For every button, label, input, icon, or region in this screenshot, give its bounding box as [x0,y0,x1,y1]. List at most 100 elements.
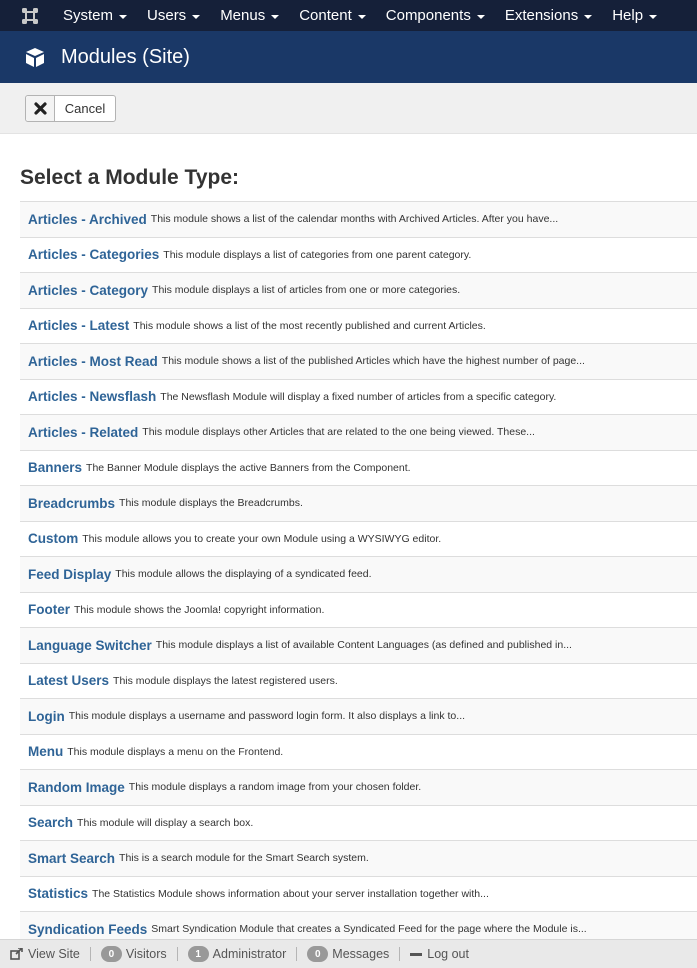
top-navigation-bar: System Users Menus Content Components Ex… [0,0,697,31]
module-type-description: This module displays a list of articles … [152,284,461,297]
module-type-description: This is a search module for the Smart Se… [119,852,369,865]
module-type-link[interactable]: Search [28,815,73,830]
menu-components-label: Components [385,7,471,24]
divider [296,947,298,961]
external-link-icon [10,948,23,960]
module-type-row[interactable]: Footer This module shows the Joomla! copy… [20,592,697,628]
module-type-description: This module shows a list of the publishe… [161,355,585,368]
administrator-label: Administrator [212,947,287,961]
module-type-row[interactable]: Banners The Banner Module displays the ac… [20,450,697,486]
module-type-description: This module displays a username and pass… [68,710,466,723]
module-type-description: The Banner Module displays the active Ba… [86,461,411,474]
status-bar: View Site 0 Visitors 1 Administrator 0 M… [0,939,697,968]
module-type-description: The Newsflash Module will display a fixe… [160,390,557,403]
module-type-link[interactable]: Syndication Feeds [28,922,147,937]
menu-users[interactable]: Users [137,0,210,31]
messages-link[interactable]: 0 Messages [307,946,389,962]
menu-content[interactable]: Content [289,0,376,31]
module-type-description: This module displays a menu on the Front… [67,745,284,758]
select-module-heading: Select a Module Type: [20,166,239,189]
module-type-link[interactable]: Banners [28,460,82,475]
module-type-description: Smart Syndication Module that creates a … [151,923,587,936]
divider [399,947,401,961]
module-type-row[interactable]: Articles - Related This module displays o… [20,415,697,451]
visitors-link[interactable]: 0 Visitors [100,946,167,962]
toolbar: Cancel [0,83,697,134]
module-type-row[interactable]: Feed Display This module allows the displ… [20,557,697,593]
module-type-row[interactable]: Articles - Newsflash The Newsflash Module… [20,379,697,415]
module-type-link[interactable]: Articles - Categories [28,247,159,262]
close-icon [26,96,55,121]
minus-icon [410,952,423,956]
caret-down-icon [192,14,201,19]
module-type-link[interactable]: Random Image [28,780,125,795]
module-type-link[interactable]: Statistics [28,886,88,901]
module-type-link[interactable]: Language Switcher [28,638,152,653]
module-type-link[interactable]: Articles - Newsflash [28,389,156,404]
caret-down-icon [271,14,280,19]
module-type-link[interactable]: Articles - Most Read [28,354,158,369]
module-type-link[interactable]: Footer [28,602,70,617]
caret-down-icon [649,14,658,19]
logout-link[interactable]: Log out [410,947,469,961]
menu-help-label: Help [612,7,644,24]
visitors-label: Visitors [125,947,167,961]
module-type-row[interactable]: Login This module displays a username and… [20,699,697,735]
caret-down-icon [357,14,366,19]
module-type-row[interactable]: Custom This module allows you to create y… [20,521,697,557]
cancel-button[interactable]: Cancel [25,95,116,122]
module-type-description: This module shows the Joomla! copyright … [74,603,325,616]
menu-components[interactable]: Components [376,0,495,31]
cancel-button-label: Cancel [64,101,106,116]
module-type-link[interactable]: Articles - Archived [28,212,147,227]
caret-down-icon [584,14,593,19]
module-type-link[interactable]: Smart Search [28,851,115,866]
joomla-logo-icon[interactable] [8,0,52,31]
module-type-description: This module displays a list of available… [155,639,572,652]
module-type-row[interactable]: Random Image This module displays a rando… [20,770,697,806]
menu-extensions[interactable]: Extensions [495,0,602,31]
view-site-label: View Site [28,947,80,961]
visitors-count-badge: 0 [100,946,122,962]
caret-down-icon [476,14,485,19]
module-type-description: This module allows the displaying of a s… [115,568,372,581]
module-type-row[interactable]: Articles - Archived This module shows a l… [20,202,697,238]
caret-down-icon [119,14,128,19]
menu-extensions-label: Extensions [504,7,579,24]
module-type-row[interactable]: Language Switcher This module displays a … [20,628,697,664]
module-type-link[interactable]: Articles - Category [28,283,148,298]
menu-menus-label: Menus [220,7,266,24]
module-type-link[interactable]: Breadcrumbs [28,496,115,511]
module-type-description: This module shows a list of the most rec… [133,319,486,332]
module-type-row[interactable]: Latest Users This module displays the lat… [20,663,697,699]
menu-content-label: Content [299,7,352,24]
module-type-row[interactable]: Articles - Most Read This module shows a … [20,344,697,380]
module-type-link[interactable]: Menu [28,744,63,759]
module-type-row[interactable]: Smart Search This is a search module for … [20,841,697,877]
menu-system-label: System [63,7,114,24]
module-type-link[interactable]: Articles - Latest [28,318,129,333]
module-type-row[interactable]: Breadcrumbs This module displays the Brea… [20,486,697,522]
module-type-link[interactable]: Custom [28,531,78,546]
module-type-row[interactable]: Menu This module displays a menu on the F… [20,734,697,770]
module-type-link[interactable]: Latest Users [28,673,109,688]
module-type-row[interactable]: Articles - Latest This module shows a lis… [20,308,697,344]
messages-count-badge: 0 [307,946,329,962]
module-type-link[interactable]: Feed Display [28,567,111,582]
module-type-row[interactable]: Statistics The Statistics Module shows in… [20,876,697,912]
module-type-row[interactable]: Search This module will display a search … [20,805,697,841]
module-type-row[interactable]: Articles - Categories This module display… [20,237,697,273]
module-type-description: This module will display a search box. [77,816,254,829]
module-type-link[interactable]: Articles - Related [28,425,138,440]
module-type-description: This module displays the Breadcrumbs. [119,497,303,510]
menu-help[interactable]: Help [602,0,667,31]
menu-menus[interactable]: Menus [210,0,289,31]
module-type-description: This module shows a list of the calendar… [150,213,559,226]
divider [176,947,178,961]
cube-icon [24,46,46,68]
administrator-link[interactable]: 1 Administrator [187,946,287,962]
module-type-row[interactable]: Articles - Category This module displays … [20,273,697,309]
view-site-link[interactable]: View Site [10,947,80,961]
menu-system[interactable]: System [53,0,137,31]
module-type-link[interactable]: Login [28,709,65,724]
